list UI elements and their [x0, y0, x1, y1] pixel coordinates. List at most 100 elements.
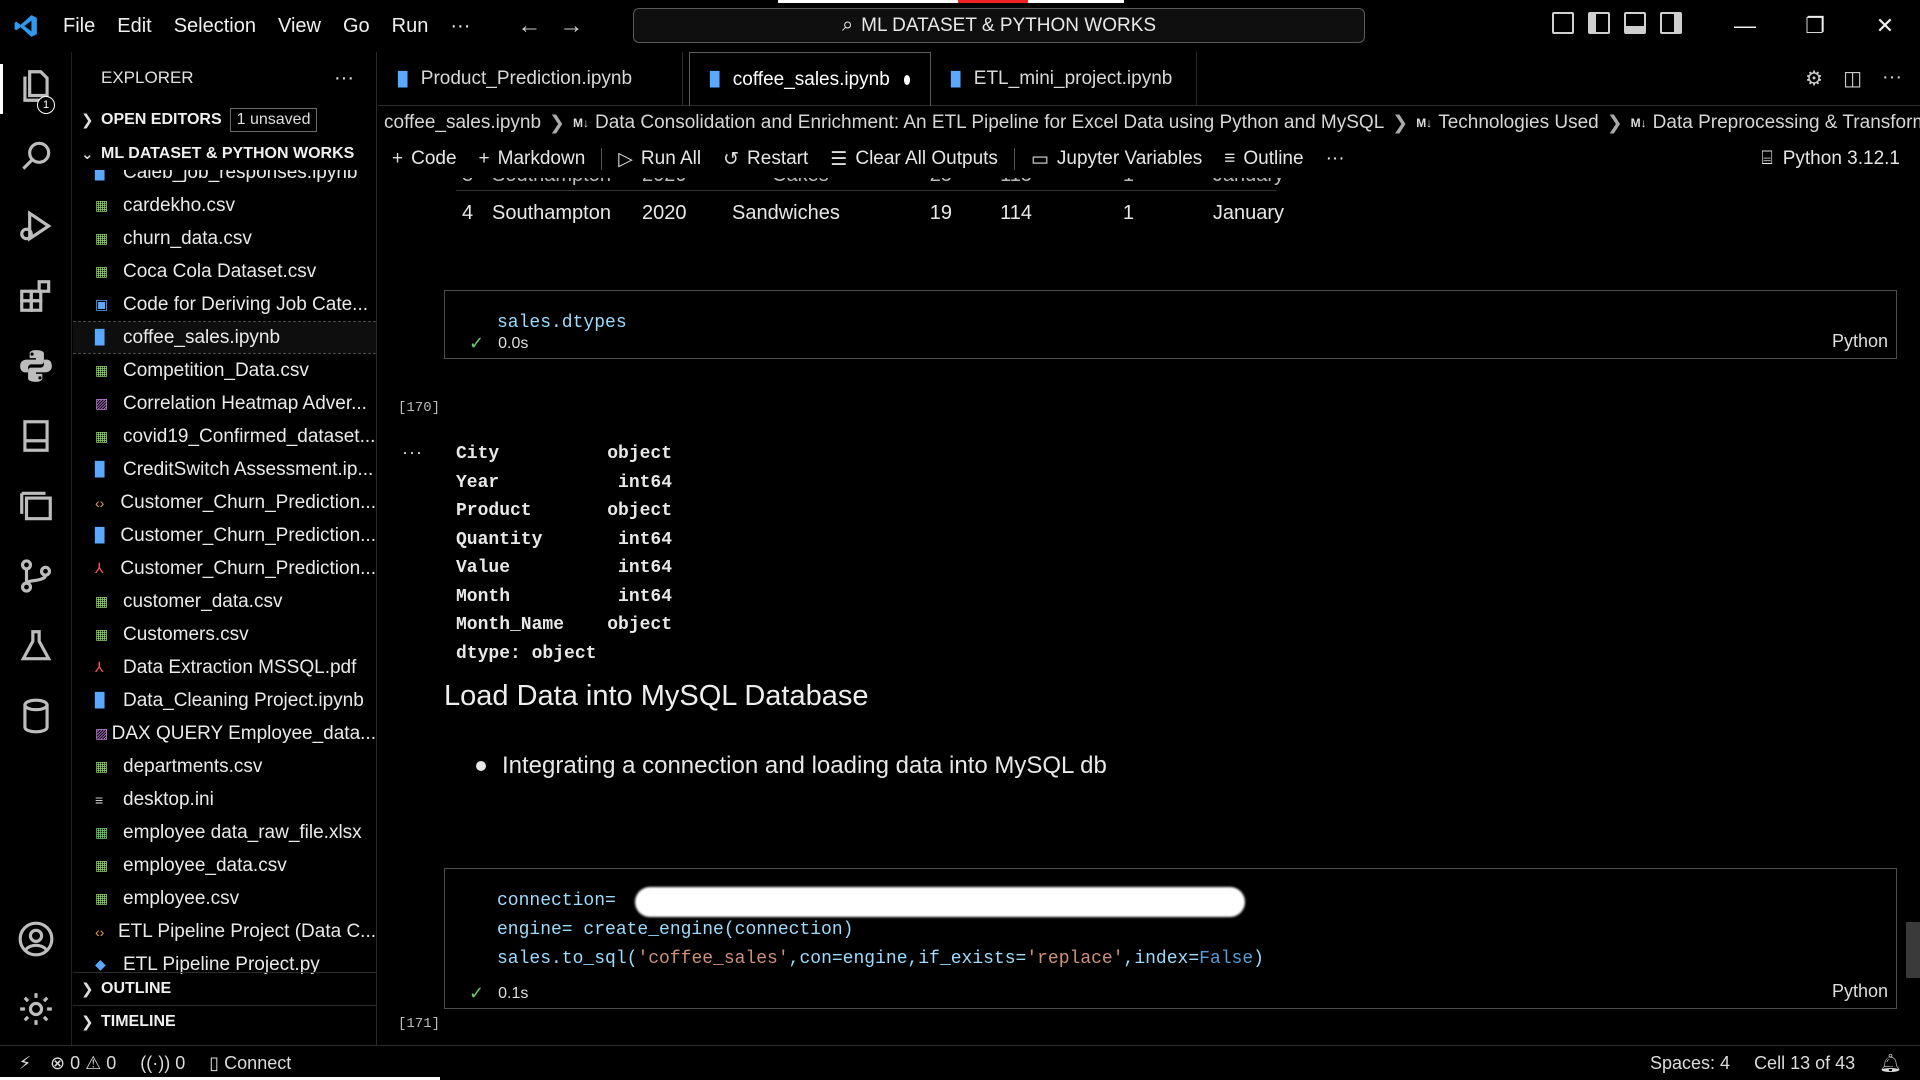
breadcrumb-item-3[interactable]: Data Preprocessing & Transformation	[1653, 112, 1920, 134]
file-item[interactable]: ▦ covid19_Confirmed_dataset...	[73, 420, 376, 453]
tab-coffee-sales[interactable]: ▉ coffee_sales.ipynb	[689, 52, 931, 106]
file-item[interactable]: ⅄ Data Extraction MSSQL.pdf	[73, 651, 376, 684]
outline-section[interactable]: ❯ OUTLINE	[73, 973, 376, 1005]
variables-label: Jupyter Variables	[1056, 148, 1203, 169]
database-activity[interactable]	[0, 686, 72, 746]
cell-code[interactable]: connection= engine= create_engine(connec…	[445, 869, 1896, 974]
kernel-picker[interactable]: ⌸ Python 3.12.1	[1761, 148, 1900, 170]
menu-more[interactable]: ···	[439, 15, 481, 38]
explorer-more-button[interactable]: ···	[334, 67, 354, 90]
cell-language[interactable]: Python	[1832, 331, 1888, 352]
file-item[interactable]: ▉ CreditSwitch Assessment.ip...	[73, 453, 376, 486]
file-item[interactable]: ▣ Code for Deriving Job Cate...	[73, 288, 376, 321]
add-code-button[interactable]: + Code	[392, 148, 457, 170]
minimize-icon[interactable]: —	[1710, 0, 1780, 52]
code-cell-170[interactable]: sales.dtypes ✓ 0.0s Python	[444, 290, 1897, 359]
timeline-section[interactable]: ❯ TIMELINE	[73, 1005, 376, 1037]
file-item[interactable]: ▉ Customer_Churn_Prediction...	[73, 519, 376, 552]
tab-etl-mini-project[interactable]: ▉ ETL_mini_project.ipynb	[931, 52, 1197, 106]
file-item[interactable]: ‹› Customer_Churn_Prediction...	[73, 486, 376, 519]
output-more-icon[interactable]: ···	[402, 442, 423, 463]
explorer-activity[interactable]: 1	[0, 56, 72, 116]
problems-status[interactable]: ⊗ 0 ⚠ 0	[50, 1053, 116, 1074]
file-item[interactable]: ⅄ Customer_Churn_Prediction...	[73, 552, 376, 585]
open-editors-section[interactable]: ❯ OPEN EDITORS 1 unsaved	[73, 104, 376, 136]
close-icon[interactable]: ✕	[1850, 0, 1920, 52]
file-name: Code for Deriving Job Cate...	[123, 293, 369, 315]
file-item[interactable]: ▦ departments.csv	[73, 750, 376, 783]
menu-go[interactable]: Go	[332, 15, 381, 38]
forward-arrow-icon[interactable]: →	[559, 12, 583, 40]
run-debug-activity[interactable]	[0, 196, 72, 256]
toggle-panel-icon[interactable]	[1624, 12, 1646, 34]
breadcrumb-item-2[interactable]: Technologies Used	[1438, 112, 1599, 134]
menu-selection[interactable]: Selection	[163, 15, 267, 38]
file-item[interactable]: ▦ Competition_Data.csv	[73, 354, 376, 387]
bullet-text: Integrating a connection and loading dat…	[502, 752, 1107, 779]
extensions-activity[interactable]	[0, 266, 72, 326]
manage-activity[interactable]	[0, 979, 72, 1039]
file-item[interactable]: ▦ employee.csv	[73, 882, 376, 915]
connect-status[interactable]: ▯ Connect	[209, 1053, 291, 1074]
command-center-search[interactable]: ⌕ ML DATASET & PYTHON WORKS	[633, 8, 1365, 43]
jupyter-variables-button[interactable]: ▭ Jupyter Variables	[1031, 148, 1202, 171]
restart-button[interactable]: ↺ Restart	[723, 148, 808, 171]
csv-file-icon: ▦	[95, 758, 109, 774]
source-control-activity[interactable]	[0, 546, 72, 606]
unsaved-dot-icon[interactable]	[903, 74, 910, 85]
file-item[interactable]: ▦ cardekho.csv	[73, 189, 376, 222]
indentation-status[interactable]: Spaces: 4	[1650, 1053, 1730, 1074]
kernel-icon: ⌸	[1761, 148, 1773, 169]
notebook-settings-icon[interactable]: ⚙	[1805, 66, 1823, 91]
csv-file-icon: ▦	[95, 263, 109, 279]
menu-file[interactable]: File	[52, 15, 106, 38]
file-item[interactable]: ‹› ETL Pipeline Project (Data C...	[73, 915, 376, 948]
file-item[interactable]: ▉ Caleb_job_responses.ipynb	[73, 170, 376, 189]
code-cell-171[interactable]: connection= engine= create_engine(connec…	[444, 868, 1897, 1009]
search-activity[interactable]	[0, 126, 72, 186]
split-editor-icon[interactable]: ◫	[1843, 66, 1862, 91]
clear-outputs-button[interactable]: ☰ Clear All Outputs	[830, 148, 998, 171]
file-item[interactable]: ▨ DAX QUERY Employee_data...	[73, 717, 376, 750]
bell-icon[interactable]: 🔔︎	[1879, 1053, 1902, 1074]
file-item[interactable]: ▦ customer_data.csv	[73, 585, 376, 618]
more-actions-icon[interactable]: ···	[1882, 66, 1902, 91]
file-item[interactable]: ▉ Data_Cleaning Project.ipynb	[73, 684, 376, 717]
python-activity[interactable]	[0, 336, 72, 396]
file-item[interactable]: ≡ desktop.ini	[73, 783, 376, 816]
outline-button[interactable]: ≡ Outline	[1224, 148, 1303, 170]
breadcrumb-item-1[interactable]: Data Consolidation and Enrichment: An ET…	[595, 112, 1384, 134]
toggle-secondary-sidebar-icon[interactable]	[1660, 12, 1682, 34]
testing-activity[interactable]	[0, 616, 72, 676]
remote-indicator-icon[interactable]: ⚡	[0, 1053, 50, 1074]
back-arrow-icon[interactable]: ←	[517, 12, 541, 40]
restore-icon[interactable]: ❐	[1780, 0, 1850, 52]
file-item[interactable]: ▦ Customers.csv	[73, 618, 376, 651]
cell-position-status[interactable]: Cell 13 of 43	[1754, 1053, 1855, 1074]
run-all-button[interactable]: ▷ Run All	[618, 148, 701, 171]
toolbar-more-button[interactable]: ···	[1326, 148, 1345, 170]
workspace-section[interactable]: ⌄ ML DATASET & PYTHON WORKS	[73, 138, 376, 170]
file-item[interactable]: ▉ coffee_sales.ipynb	[73, 321, 376, 354]
ports-status[interactable]: ((·)) 0	[140, 1053, 185, 1074]
remote-explorer-activity[interactable]	[0, 476, 72, 536]
file-item[interactable]: ▨ Correlation Heatmap Adver...	[73, 387, 376, 420]
notebook-activity[interactable]	[0, 406, 72, 466]
breadcrumb-file[interactable]: coffee_sales.ipynb	[384, 112, 541, 134]
markdown-bullet: Integrating a connection and loading dat…	[476, 752, 1107, 780]
cell-language[interactable]: Python	[1832, 981, 1888, 1002]
tab-product-prediction[interactable]: ▉ Product_Prediction.ipynb	[378, 52, 683, 106]
accounts-activity[interactable]	[0, 909, 72, 969]
add-markdown-button[interactable]: + Markdown	[479, 148, 586, 170]
file-item[interactable]: ▦ churn_data.csv	[73, 222, 376, 255]
customize-layout-icon[interactable]	[1552, 12, 1574, 34]
menu-edit[interactable]: Edit	[106, 15, 162, 38]
file-item[interactable]: ▦ employee data_raw_file.xlsx	[73, 816, 376, 849]
toggle-sidebar-icon[interactable]	[1588, 12, 1610, 34]
file-item[interactable]: ▦ Coca Cola Dataset.csv	[73, 255, 376, 288]
menu-view[interactable]: View	[267, 15, 332, 38]
scrollbar-thumb[interactable]	[1906, 922, 1920, 978]
menu-run[interactable]: Run	[381, 15, 440, 38]
cell-code[interactable]: sales.dtypes	[445, 291, 1896, 338]
file-item[interactable]: ▦ employee_data.csv	[73, 849, 376, 882]
